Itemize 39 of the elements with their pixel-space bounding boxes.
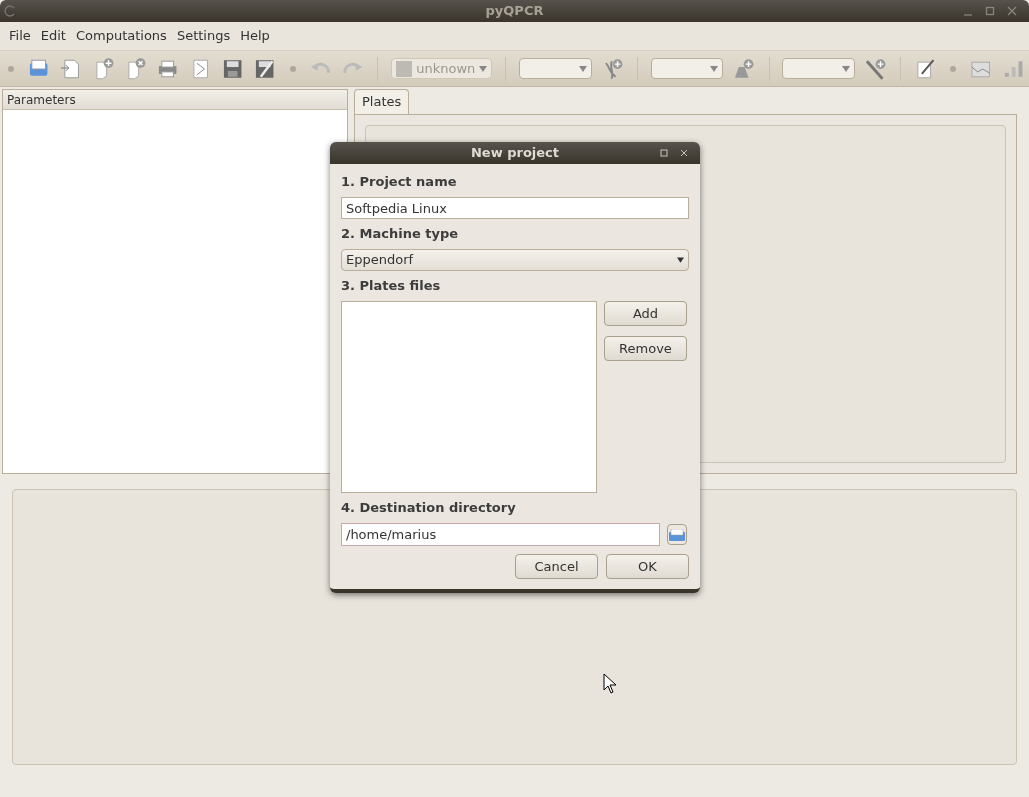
close-icon[interactable] xyxy=(1007,6,1017,16)
section-label: 1. Project name xyxy=(341,174,458,190)
maximize-icon[interactable] xyxy=(985,6,995,16)
menu-item[interactable]: Settings xyxy=(171,26,236,46)
dialog-button[interactable]: Add xyxy=(604,301,687,326)
dropdown-arrow-icon xyxy=(841,65,850,72)
dropdown-arrow-icon xyxy=(578,65,587,72)
mouse-cursor-icon xyxy=(603,673,617,694)
toolbar-combo[interactable] xyxy=(650,58,724,79)
menu-item[interactable]: File xyxy=(4,26,36,46)
dialog-button[interactable]: OK xyxy=(606,554,689,579)
color-swatch-icon xyxy=(396,60,413,77)
menu-item[interactable]: Computations xyxy=(70,26,172,46)
section-label: 2. Machine type xyxy=(341,226,460,242)
toolbar-combo[interactable] xyxy=(782,58,855,79)
dialog-button[interactable]: Cancel xyxy=(515,554,598,579)
window-title: pyQPCR xyxy=(485,2,544,21)
section-label: 3. Plates files xyxy=(341,278,442,294)
folder-icon xyxy=(669,528,685,541)
dialog-button[interactable]: Remove xyxy=(604,336,687,361)
toolbar-combo[interactable] xyxy=(519,58,592,79)
dropdown-arrow-icon xyxy=(479,65,488,72)
panel-header: Parameters xyxy=(3,90,347,110)
dropdown-arrow-icon xyxy=(677,257,684,263)
section-label: 4. Destination directory xyxy=(341,500,517,516)
project-name-field[interactable]: Softpedia Linux xyxy=(341,197,689,219)
menu-item[interactable]: Help xyxy=(235,26,275,46)
maximize-icon[interactable] xyxy=(660,149,668,157)
browse-button[interactable] xyxy=(667,524,687,545)
add-flask-icon[interactable] xyxy=(732,56,756,81)
destination-field[interactable]: /home/marius xyxy=(341,523,660,546)
menu-item[interactable]: Edit xyxy=(35,26,71,46)
close-icon[interactable] xyxy=(680,149,688,157)
dialog-title: New project xyxy=(470,144,560,163)
dropdown-arrow-icon xyxy=(710,65,719,72)
machine-type-dropdown[interactable]: Eppendorf xyxy=(341,249,689,271)
window-menu-icon[interactable] xyxy=(4,5,16,17)
tab[interactable]: Plates xyxy=(354,89,410,114)
add-pipette-icon[interactable] xyxy=(863,56,888,81)
